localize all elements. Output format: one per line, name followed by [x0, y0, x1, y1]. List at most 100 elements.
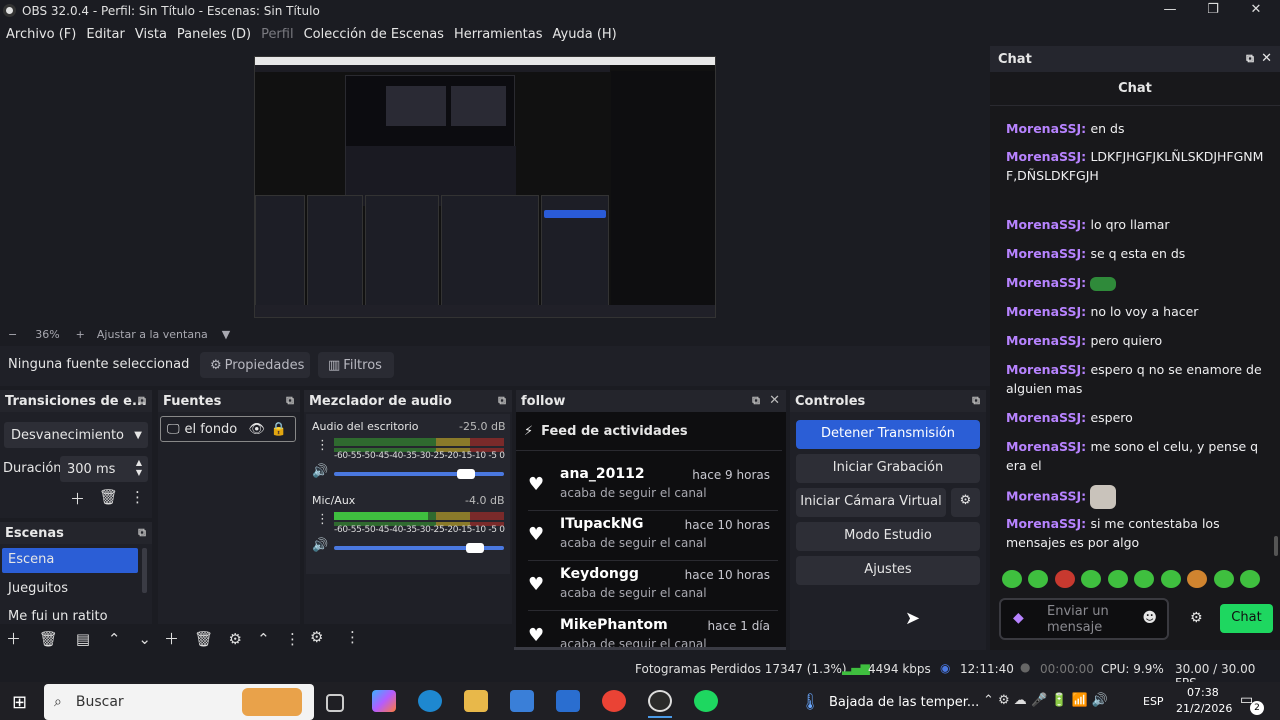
- feed-scrollbar[interactable]: [514, 647, 786, 650]
- undock-icon[interactable]: ⧉: [498, 394, 506, 408]
- chat-input[interactable]: ◆ Enviar un mensaje ☻: [999, 598, 1169, 640]
- menu-perfil[interactable]: Perfil: [261, 27, 294, 42]
- volume-slider[interactable]: [334, 469, 504, 479]
- emote-icon[interactable]: [1028, 570, 1049, 588]
- minimize-icon[interactable]: —: [1150, 2, 1190, 17]
- outlook-icon[interactable]: [556, 690, 580, 712]
- zoom-out-button[interactable]: −: [8, 328, 17, 341]
- menu-coleccion-escenas[interactable]: Colección de Escenas: [304, 27, 444, 42]
- close-icon[interactable]: ✕: [769, 393, 780, 408]
- menu-herramientas[interactable]: Herramientas: [454, 27, 543, 42]
- speaker-icon[interactable]: 🔊: [312, 464, 328, 479]
- properties-button[interactable]: ⚙ Propiedades: [200, 352, 310, 378]
- fit-to-window[interactable]: Ajustar a la ventana: [97, 328, 208, 341]
- clock-date[interactable]: 21/2/2026: [1176, 702, 1232, 715]
- start-virtual-camera-button[interactable]: Iniciar Cámara Virtual: [796, 488, 946, 517]
- speaker-icon[interactable]: 🔊: [312, 538, 328, 553]
- add-scene-icon[interactable]: ＋: [6, 628, 21, 649]
- remove-scene-icon[interactable]: 🗑: [39, 630, 58, 648]
- volume-slider[interactable]: [334, 543, 504, 553]
- task-view-icon[interactable]: [326, 694, 344, 712]
- chrome-icon[interactable]: [602, 690, 626, 712]
- edge-icon[interactable]: [418, 690, 442, 712]
- menu-paneles[interactable]: Paneles (D): [177, 27, 251, 42]
- filters-button[interactable]: ▥ Filtros: [318, 352, 394, 378]
- duration-spinbox[interactable]: 300 ms ▲ ▼: [60, 456, 148, 482]
- undock-icon[interactable]: ⧉: [138, 394, 146, 408]
- studio-mode-button[interactable]: Modo Estudio: [796, 522, 980, 551]
- emote-icon[interactable]: [1134, 570, 1155, 588]
- add-source-icon[interactable]: ＋: [164, 628, 179, 649]
- move-up-icon[interactable]: ⌃: [108, 630, 121, 648]
- emote-icon[interactable]: [1160, 570, 1181, 588]
- advanced-audio-icon[interactable]: ⚙: [310, 628, 323, 646]
- weather-text[interactable]: Bajada de las temper...: [829, 695, 979, 710]
- virtual-camera-settings-icon[interactable]: ⚙: [951, 488, 980, 517]
- menu-vista[interactable]: Vista: [135, 27, 167, 42]
- move-up-icon[interactable]: ⌃: [257, 630, 270, 648]
- lock-icon[interactable]: 🔒: [271, 422, 287, 437]
- settings-button[interactable]: Ajustes: [796, 556, 980, 585]
- emote-icon[interactable]: [1213, 570, 1234, 588]
- obs-taskbar-icon[interactable]: [648, 690, 672, 712]
- emote-icon[interactable]: [1054, 570, 1075, 588]
- move-down-icon[interactable]: ⌄: [138, 630, 151, 648]
- close-icon[interactable]: ✕: [1236, 2, 1276, 17]
- restore-icon[interactable]: ❐: [1193, 2, 1233, 17]
- windows-start-icon[interactable]: ⊞: [12, 692, 27, 713]
- input-language[interactable]: ESP: [1143, 695, 1164, 708]
- chat-send-button[interactable]: Chat: [1220, 604, 1273, 633]
- scene-item[interactable]: Escena: [2, 548, 138, 573]
- more-options-icon[interactable]: ⋮: [345, 628, 360, 646]
- undock-icon[interactable]: ⧉: [286, 394, 294, 408]
- eye-icon[interactable]: 👁: [248, 422, 265, 437]
- microsoft-store-icon[interactable]: [510, 690, 534, 712]
- chat-scrollbar[interactable]: [1274, 536, 1278, 556]
- system-tray-icons[interactable]: ⌃ ⚙ ☁ 🎤 🔋 📶 🔊: [983, 693, 1108, 708]
- undock-icon[interactable]: ⧉: [752, 394, 760, 408]
- volume-knob[interactable]: [457, 469, 476, 479]
- add-transition-icon[interactable]: ＋: [70, 488, 85, 509]
- source-item[interactable]: 🖵 el fondo 👁 🔒: [160, 416, 296, 442]
- emote-icon[interactable]: [1239, 570, 1260, 588]
- undock-icon[interactable]: ⧉: [138, 526, 146, 540]
- emote-icon[interactable]: [1187, 570, 1208, 588]
- emote-image: [1090, 485, 1117, 509]
- volume-knob[interactable]: [465, 543, 484, 553]
- emote-icon[interactable]: [1002, 570, 1022, 588]
- undock-icon[interactable]: ⧉: [972, 394, 980, 408]
- menu-editar[interactable]: Editar: [86, 27, 125, 42]
- scenes-scrollbar[interactable]: [142, 548, 147, 593]
- clock-time[interactable]: 07:38: [1187, 686, 1219, 699]
- taskbar-search[interactable]: ⌕ Buscar: [44, 684, 314, 720]
- emote-icon[interactable]: [1081, 570, 1102, 588]
- zoom-in-button[interactable]: +: [76, 328, 85, 341]
- file-explorer-icon[interactable]: [464, 690, 488, 712]
- undock-icon[interactable]: ⧉: [1246, 52, 1254, 66]
- spin-arrows-icon[interactable]: ▲ ▼: [136, 458, 142, 478]
- emoji-icon[interactable]: ☻: [1142, 610, 1157, 626]
- remove-transition-icon[interactable]: 🗑: [99, 488, 118, 506]
- remove-source-icon[interactable]: 🗑: [194, 630, 213, 648]
- channel-menu-icon[interactable]: ⋮: [316, 438, 329, 453]
- spotify-icon[interactable]: [694, 690, 718, 712]
- zoom-dropdown-icon[interactable]: ▼: [222, 328, 230, 341]
- bits-icon[interactable]: ◆: [1013, 610, 1024, 626]
- more-options-icon[interactable]: ⋮: [130, 488, 145, 506]
- scene-item[interactable]: Me fui un ratito: [8, 609, 108, 624]
- emote-icon[interactable]: [1107, 570, 1128, 588]
- transition-select[interactable]: Desvanecimiento ▼: [4, 422, 148, 448]
- scene-filter-icon[interactable]: ▤: [76, 630, 90, 648]
- menu-ayuda[interactable]: Ayuda (H): [553, 27, 617, 42]
- scene-item[interactable]: Jueguitos: [8, 581, 68, 596]
- menu-archivo[interactable]: Archivo (F): [6, 27, 76, 42]
- start-recording-button[interactable]: Iniciar Grabación: [796, 454, 980, 483]
- copilot-icon[interactable]: [372, 690, 396, 712]
- source-properties-icon[interactable]: ⚙: [229, 630, 242, 648]
- channel-menu-icon[interactable]: ⋮: [316, 512, 329, 527]
- more-options-icon[interactable]: ⋮: [285, 630, 300, 648]
- close-icon[interactable]: ✕: [1261, 51, 1272, 66]
- stop-stream-button[interactable]: Detener Transmisión: [796, 420, 980, 449]
- chat-settings-icon[interactable]: ⚙: [1190, 610, 1203, 626]
- preview-canvas[interactable]: ​: [254, 56, 716, 318]
